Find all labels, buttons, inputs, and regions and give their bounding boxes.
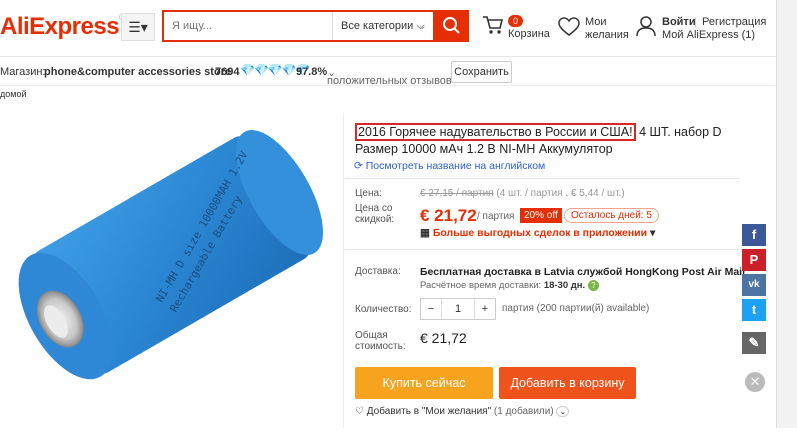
top-header: AliExpress® ☰▾ Все категории ⌄ 0 Корзина… [0,0,797,57]
quantity-input[interactable]: 1 [442,299,474,319]
heart-icon [558,17,580,36]
shipping-info[interactable]: Бесплатная доставка в Latvia службой Hon… [420,266,745,278]
divider [343,113,344,428]
quantity-stepper: − 1 + [420,298,496,320]
quantity-available: партия (200 партии(й) available) [502,303,650,314]
add-to-wishlist-link[interactable]: ♡ Добавить в "Мои желания" (1 добавили) … [355,406,570,417]
search-input[interactable] [164,12,332,40]
search-icon [443,17,460,34]
translate-icon: ⟳ [354,160,363,172]
vk-share-icon[interactable]: vk [742,274,766,296]
title-highlight: 2016 Горячее надувательство в России и С… [355,123,636,141]
store-label: Магазин: [0,66,46,78]
price-unit: / партия [477,211,515,222]
account-link[interactable] [636,15,656,42]
edit-icon[interactable]: ✎ [742,332,766,354]
user-icon [636,16,656,37]
twitter-share-icon[interactable]: t [742,299,766,321]
price-label: Цена: [355,188,382,199]
cart-label[interactable]: Корзина [508,28,550,40]
product-image[interactable]: NI-MH D size 10000MAH 1.2V Rechargeable … [0,113,340,428]
days-left-badge: Осталось дней: 5 [564,208,659,223]
cart-link[interactable] [481,14,505,41]
shipping-time: Расчётное время доставки: 18-30 дн. ? [420,280,599,291]
product-title: 2016 Горячее надувательство в России и С… [355,123,745,158]
positive-label[interactable]: положительных отзывов ⌄ [327,66,452,87]
total-label: Общая стоимость: [355,330,406,352]
divider [345,178,740,179]
info-icon[interactable]: ? [587,280,599,291]
store-name[interactable]: phone&computer accessories store [44,66,231,78]
add-to-cart-button[interactable]: Добавить в корзину [499,367,636,399]
search-button[interactable] [434,10,469,42]
app-deals-link[interactable]: ▦ Больше выгодных сделок в приложении ▾ [420,227,655,239]
store-score: 7694 [215,66,240,78]
breadcrumb[interactable]: домой [0,89,26,99]
current-price: € 21,72 [420,206,477,225]
quantity-label: Количество: [355,304,412,315]
divider: | [694,16,697,28]
shipping-label: Доставка: [355,266,401,277]
store-bar: Магазин: phone&computer accessories stor… [0,57,775,87]
qr-code-icon: ▦ [420,227,430,239]
discount-price-label: Цена со скидкой: [355,203,395,225]
wishlist-link[interactable] [558,17,580,42]
my-aliexpress-link[interactable]: Мой AliExpress (1) [662,29,755,41]
discount-badge: 20% off [520,208,562,223]
quantity-decrease-button[interactable]: − [421,299,442,319]
divider [345,249,740,250]
view-english-link[interactable]: ⟳ Посмотреть название на английском [354,160,545,172]
cart-count-badge: 0 [508,15,524,27]
aliexpress-logo[interactable]: AliExpress® [0,13,125,41]
heart-icon: ♡ [355,406,364,417]
page-scrollbar[interactable] [776,0,797,428]
battery-image: NI-MH D size 10000MAH 1.2V Rechargeable … [18,130,324,380]
facebook-share-icon[interactable]: f [742,224,766,246]
register-link[interactable]: Регистрация [702,16,766,28]
pinterest-share-icon[interactable]: P [742,249,766,271]
categories-menu-button[interactable]: ☰▾ [121,13,155,41]
wishlist-label[interactable]: Мои желания [585,16,629,42]
category-select[interactable]: Все категории ⌄ [332,12,433,40]
close-icon[interactable]: ✕ [745,372,765,392]
save-store-button[interactable]: Сохранить [451,61,512,83]
old-price: € 27,15 / партия (4 шт. / партия , € 5,4… [420,188,625,199]
buy-now-button[interactable]: Купить сейчас [355,367,493,399]
total-price: € 21,72 [420,330,467,346]
positive-percent: 97.8% [296,66,328,78]
search-bar: Все категории ⌄ [162,10,435,42]
cart-icon [483,16,504,34]
login-link[interactable]: Войти [662,16,696,28]
quantity-increase-button[interactable]: + [474,299,495,319]
